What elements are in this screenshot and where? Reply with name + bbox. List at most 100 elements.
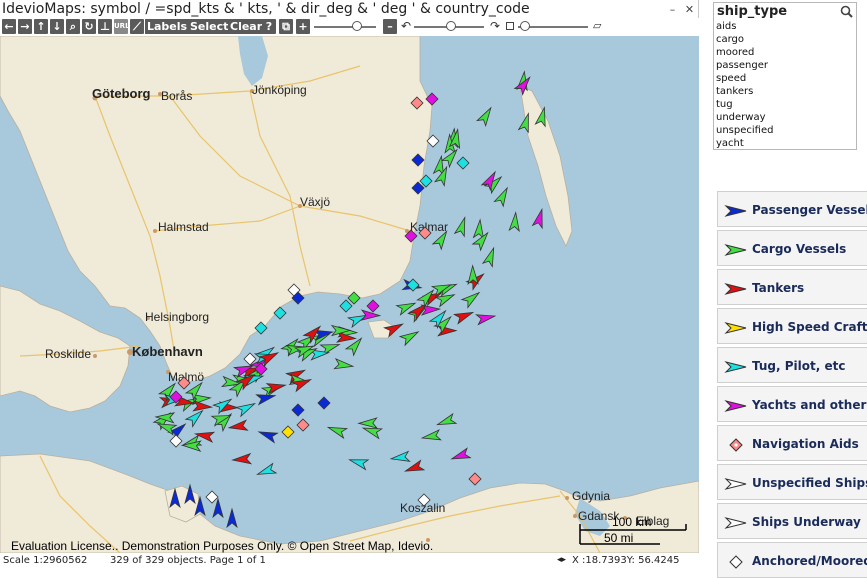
nav-aid-marker[interactable] [205,490,219,504]
legend-item[interactable]: Anchored/Moored [717,542,867,578]
place-label: Växjö [300,195,330,209]
ship-marker[interactable] [193,429,216,443]
listbox-item[interactable]: tug [714,98,856,111]
legend-label: Tug, Pilot, etc [752,359,846,373]
pan-left-icon[interactable]: ← [2,19,16,34]
legend-item[interactable]: Ships Underway [717,503,867,539]
ship-marker[interactable] [235,399,257,418]
nav-aid-marker[interactable] [291,403,305,417]
legend-item[interactable]: Navigation Aids [717,425,867,461]
ship-marker[interactable] [212,497,224,519]
listbox-item[interactable]: passenger [714,59,856,72]
listbox-item[interactable]: tankers [714,85,856,98]
ship-marker[interactable] [227,419,249,432]
place-label: Göteborg [92,86,151,101]
help-button[interactable]: ? [262,19,276,34]
legend-item[interactable]: Yachts and others [717,386,867,422]
ship-marker[interactable] [403,459,426,475]
search-icon[interactable] [840,5,853,18]
ship-marker[interactable] [453,308,475,325]
ship-marker[interactable] [265,380,287,395]
ship-marker[interactable] [333,357,355,371]
ship-arrow-icon [724,517,747,529]
ship-type-listbox[interactable]: ship_type aids cargo moored passenger speed t… [713,2,857,150]
legend-item[interactable]: Unspecified Ships [717,464,867,500]
listbox-item[interactable]: cargo [714,33,856,46]
ship-marker[interactable] [472,218,486,240]
ship-marker[interactable] [255,391,277,406]
legend-item[interactable]: Tankers [717,269,867,305]
pan-arrows-icon[interactable]: ◂▸ [557,555,566,565]
zoom-out-button[interactable]: – [383,19,397,34]
zoom-slider-knob[interactable] [352,21,362,31]
listbox-item[interactable]: moored [714,46,856,59]
ship-arrow-icon [724,400,747,412]
listbox-item[interactable]: speed [714,72,856,85]
labels-button[interactable]: Labels [145,19,190,34]
rotate-left-icon[interactable]: ↶ [401,19,411,33]
listbox-item[interactable]: unspecified [714,124,856,137]
legend-item[interactable]: High Speed Craft [717,308,867,344]
map-canvas[interactable]: Göteborg Borås Jönköping Växjö Halmstad Kalma… [0,36,699,553]
select-button[interactable]: Select [188,19,231,34]
ship-marker[interactable] [493,186,511,208]
ship-marker[interactable] [453,216,470,238]
measure-icon[interactable]: ⊥ [98,19,112,34]
legend-item[interactable]: Tug, Pilot, etc [717,347,867,383]
nav-aid-marker[interactable] [366,299,380,313]
legend-label: Navigation Aids [752,437,859,451]
ship-marker[interactable] [389,450,411,463]
ship-marker[interactable] [481,246,499,268]
ship-marker[interactable] [256,462,278,480]
nav-aid-marker[interactable] [317,396,331,410]
ship-marker[interactable] [531,207,547,230]
ship-marker[interactable] [357,417,378,429]
scalebar-mi-label: 50 mi [604,531,633,545]
zoom-search-icon[interactable]: ⌕ [66,19,80,34]
legend-item[interactable]: Cargo Vessels [717,230,867,266]
ship-marker[interactable] [475,311,497,326]
zoom-in-button[interactable]: + [296,19,310,34]
map-svg[interactable]: Göteborg Borås JönköpingVäxjöHalmstad Kalma… [0,36,699,553]
ship-marker[interactable] [508,211,520,233]
nav-aid-marker[interactable] [339,299,353,313]
rotate-right-icon[interactable]: ↷ [490,19,500,33]
pan-up-icon[interactable]: ↑ [34,19,48,34]
listbox-item[interactable]: aids [714,20,856,33]
ship-marker[interactable] [436,412,458,429]
nav-aid-marker[interactable] [296,418,310,432]
refresh-icon[interactable]: ↻ [82,19,96,34]
pan-right-icon[interactable]: → [18,19,32,34]
opacity-slider-knob[interactable] [520,21,530,31]
ship-marker[interactable] [460,289,482,309]
legend-item[interactable]: Passenger Vessels [717,191,867,227]
nav-aid-marker[interactable] [169,434,183,448]
pan-down-icon[interactable]: ↓ [50,19,64,34]
legend-label: High Speed Craft [752,320,867,334]
rotation-slider-knob[interactable] [446,21,456,31]
url-button[interactable]: URL [114,19,130,34]
ship-marker[interactable] [326,423,349,440]
nav-aid-marker[interactable] [456,156,470,170]
clear-button[interactable]: Clear [228,19,265,34]
zoom-box-icon[interactable]: ⧉ [279,19,293,34]
diamond-icon [729,438,743,452]
nav-aid-marker[interactable] [468,472,482,486]
minimize-button[interactable]: – [666,3,679,16]
ship-marker[interactable] [420,429,442,443]
line-tool-icon[interactable]: ⟋ [130,19,144,34]
ship-marker[interactable] [450,447,472,463]
ship-marker[interactable] [475,105,495,128]
ship-marker[interactable] [226,507,238,529]
place-label: Borås [161,89,192,103]
zoom-slider-track[interactable] [314,26,376,28]
nav-aid-marker[interactable] [281,425,295,439]
ship-marker[interactable] [257,427,279,444]
listbox-item[interactable]: yacht [714,137,856,150]
ship-marker[interactable] [348,455,370,471]
listbox-item[interactable]: underway [714,111,856,124]
ship-marker[interactable] [231,452,253,465]
ship-marker[interactable] [398,328,421,347]
close-button[interactable]: ✕ [683,3,696,16]
island-oland [519,85,573,247]
